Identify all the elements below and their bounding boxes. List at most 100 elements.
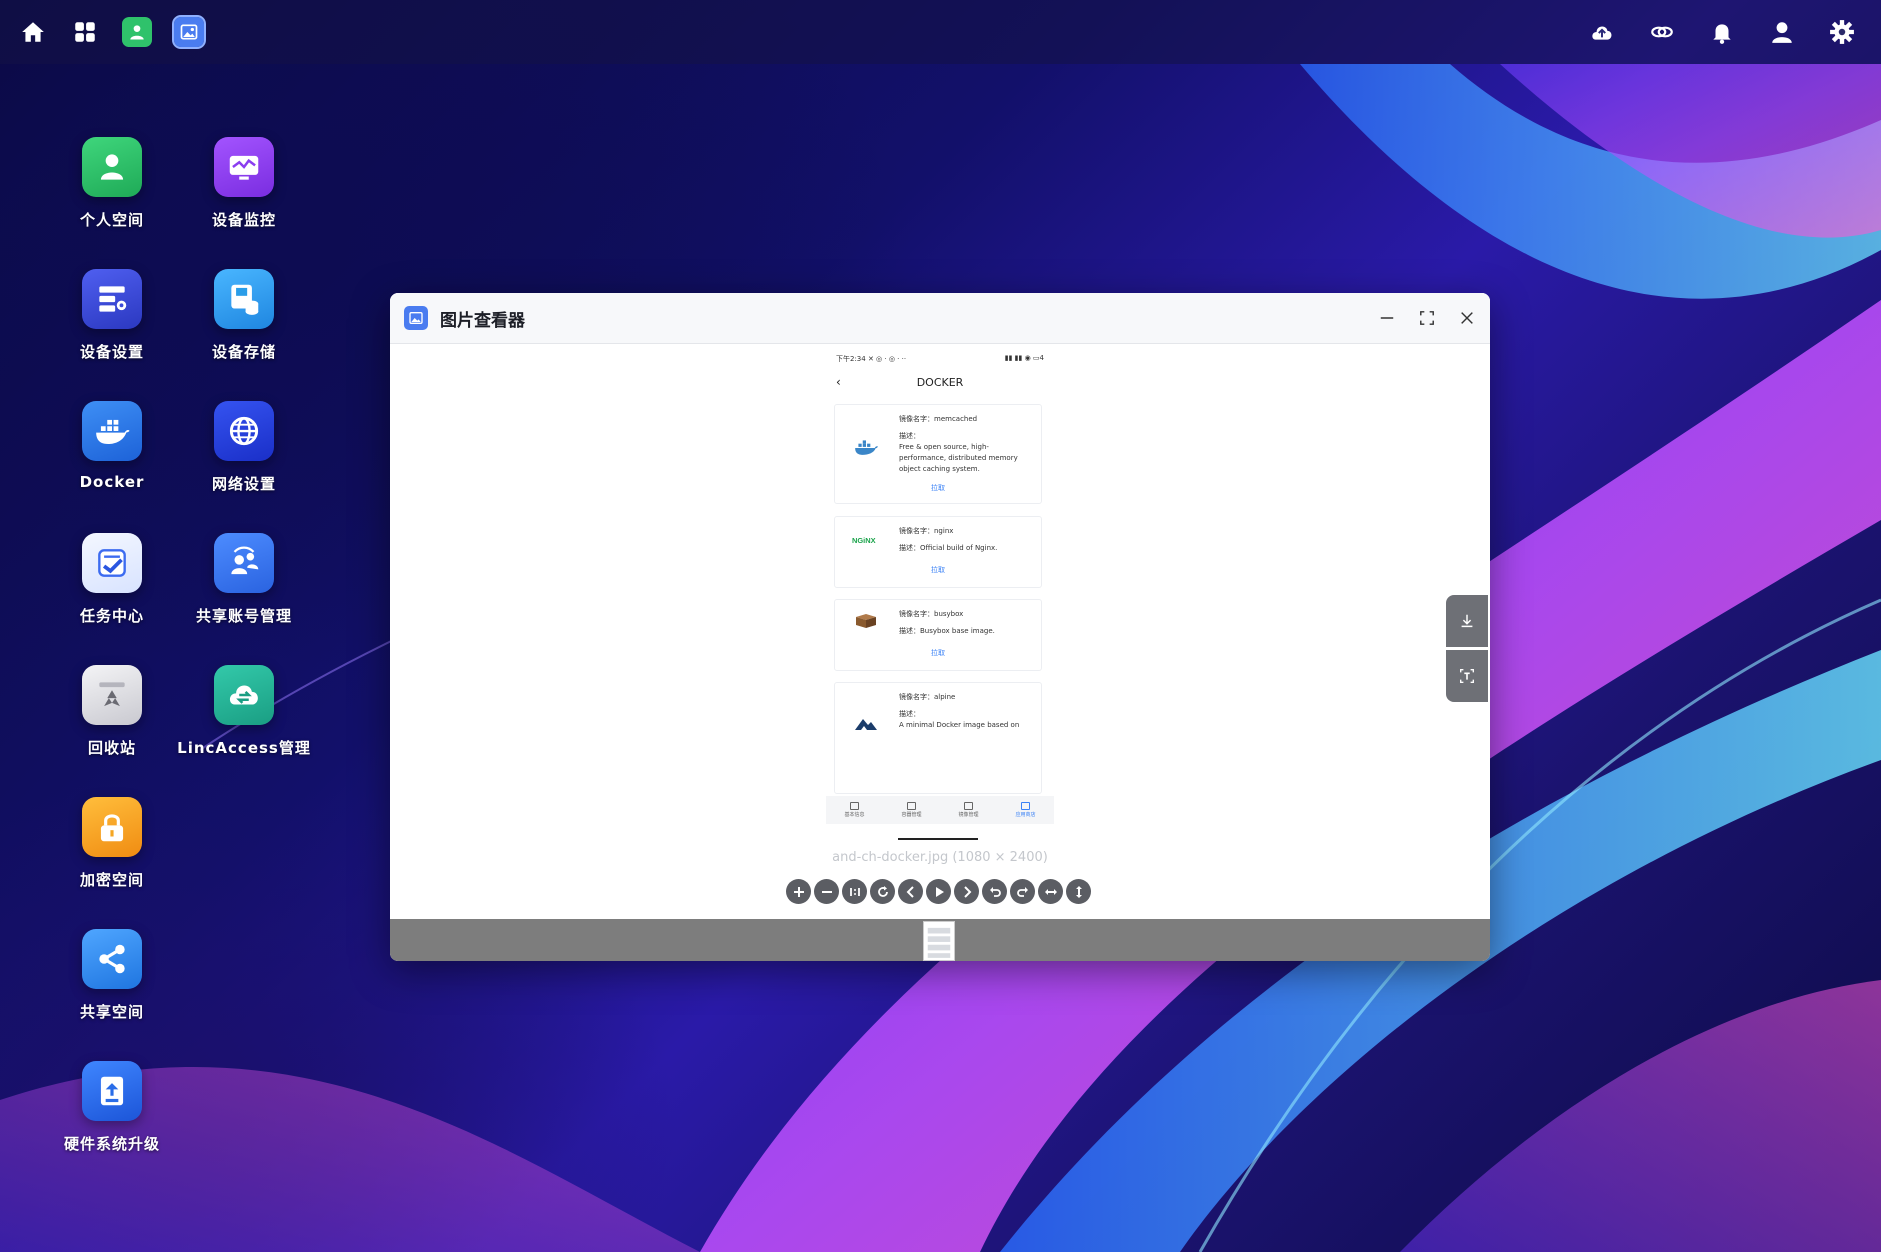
rotate-left-icon[interactable] — [982, 879, 1007, 904]
home-icon[interactable] — [18, 17, 48, 47]
image-name: busybox — [934, 610, 964, 618]
tab-label: 镜像管理 — [958, 812, 979, 818]
lock-icon — [82, 797, 142, 857]
name-label: 镜像名字： — [899, 415, 934, 423]
desktop-icon-docker[interactable]: Docker — [47, 401, 177, 491]
viewer-canvas[interactable]: 下午2:34 ✕ ◎ · ◎ · ·· ▮▮ ▮▮ ◉ ▭4 ‹ DOCKER … — [390, 344, 1490, 919]
recycle-bin-icon — [82, 665, 142, 725]
desktop-icon-device-storage[interactable]: 设备存储 — [179, 269, 309, 362]
top-bar-left — [18, 15, 206, 49]
name-label: 镜像名字： — [899, 527, 934, 535]
desc-label: 描述： — [899, 432, 920, 440]
name-label: 镜像名字： — [899, 610, 934, 618]
tab-container-manage: 容器管理 — [901, 802, 922, 818]
user-icon[interactable] — [1767, 17, 1797, 47]
tab-basic-info: 基本信息 — [844, 802, 865, 818]
card-text: 镜像名字：alpine 描述： A minimal Docker image b… — [899, 692, 1031, 731]
server-settings-icon — [82, 269, 142, 329]
one-to-one-icon[interactable] — [842, 879, 867, 904]
image-desc: Busybox base image. — [920, 627, 995, 635]
image-desc: Free & open source, high-performance, di… — [899, 443, 1018, 473]
rotate-right-icon[interactable] — [1010, 879, 1035, 904]
docker-whale-logo-icon — [851, 437, 881, 459]
reset-icon[interactable] — [870, 879, 895, 904]
desktop-icon-encrypted-space[interactable]: 加密空间 — [47, 797, 177, 890]
upgrade-icon — [82, 1061, 142, 1121]
desktop-icon-label: 共享账号管理 — [195, 607, 292, 625]
desktop-icon-recycle-bin[interactable]: 回收站 — [47, 665, 177, 758]
globe-network-icon — [214, 401, 274, 461]
desc-label: 描述： — [899, 627, 920, 635]
thumbnail-current[interactable] — [923, 921, 955, 961]
pull-link: 拉取 — [931, 566, 945, 574]
image-viewer-app-icon[interactable] — [172, 15, 206, 49]
phone-header-title: DOCKER — [916, 375, 964, 389]
bars-icon — [963, 802, 973, 810]
storage-icon — [214, 269, 274, 329]
download-icon[interactable] — [1446, 595, 1488, 647]
phone-status-bar: 下午2:34 ✕ ◎ · ◎ · ·· ▮▮ ▮▮ ◉ ▭4 — [826, 350, 1054, 368]
desktop-icon-label: 共享空间 — [79, 1003, 144, 1021]
link-icon[interactable] — [1647, 17, 1677, 47]
container-icon — [906, 802, 916, 810]
alpine-mountain-logo-icon — [851, 713, 881, 735]
phone-bottom-nav: 基本信息 容器管理 镜像管理 应用商店 — [826, 796, 1054, 824]
card-text: 镜像名字：busybox 描述：Busybox base image. — [899, 609, 1031, 637]
apps-grid-icon — [1020, 802, 1030, 810]
desktop-icon-task-center[interactable]: 任务中心 — [47, 533, 177, 626]
desktop-icon-hardware-upgrade[interactable]: 硬件系统升级 — [47, 1061, 177, 1154]
desktop-icon-label: 设备存储 — [211, 343, 276, 361]
window-titlebar[interactable]: 图片查看器 — [390, 293, 1490, 344]
top-bar — [0, 0, 1881, 64]
house-icon — [849, 802, 859, 810]
image-desc: A minimal Docker image based on — [899, 721, 1020, 729]
desktop-icon-label: 设备监控 — [211, 211, 276, 229]
back-chevron-icon: ‹ — [836, 375, 841, 389]
docker-whale-icon — [82, 401, 142, 461]
nginx-logo-icon: NGiNX — [851, 529, 881, 551]
window-title: 图片查看器 — [440, 310, 525, 331]
image-name: nginx — [934, 527, 954, 535]
image-card-alpine: 镜像名字：alpine 描述： A minimal Docker image b… — [834, 682, 1042, 794]
personal-space-app-icon[interactable] — [122, 17, 152, 47]
flip-vertical-icon[interactable] — [1066, 879, 1091, 904]
card-text: 镜像名字：memcached 描述： Free & open source, h… — [899, 414, 1031, 475]
zoom-out-icon[interactable] — [814, 879, 839, 904]
desktop-icon-personal-space[interactable]: 个人空间 — [47, 137, 177, 230]
desktop-icon-label: 网络设置 — [211, 475, 276, 493]
close-button[interactable] — [1458, 309, 1476, 327]
grid-apps-icon[interactable] — [70, 17, 100, 47]
prev-icon[interactable] — [898, 879, 923, 904]
tab-label: 基本信息 — [844, 812, 865, 818]
image-desc: Official build of Nginx. — [920, 544, 998, 552]
person-icon — [82, 137, 142, 197]
pull-link: 拉取 — [931, 484, 945, 492]
desktop-icon-shared-space[interactable]: 共享空间 — [47, 929, 177, 1022]
cloud-sync-icon[interactable] — [1587, 17, 1617, 47]
next-icon[interactable] — [954, 879, 979, 904]
desktop-icon-shared-accounts[interactable]: 共享账号管理 — [179, 533, 309, 626]
desktop-icon-lincaccess[interactable]: LincAccess管理 — [177, 665, 310, 758]
phone-status-left: 下午2:34 ✕ ◎ · ◎ · ·· — [836, 355, 907, 363]
desktop-icon-label: 个人空间 — [79, 211, 144, 229]
image-filename: and-ch-docker.jpg (1080 × 2400) — [832, 850, 1048, 865]
ocr-text-icon[interactable] — [1446, 650, 1488, 702]
tab-label: 应用商店 — [1015, 812, 1036, 818]
flip-horizontal-icon[interactable] — [1038, 879, 1063, 904]
zoom-in-icon[interactable] — [786, 879, 811, 904]
bell-icon[interactable] — [1707, 17, 1737, 47]
minimize-button[interactable] — [1378, 309, 1396, 327]
play-icon[interactable] — [926, 879, 951, 904]
desktop-icon-label: Docker — [79, 473, 145, 491]
image-bottom-indicator — [898, 838, 978, 840]
desktop-icon-device-settings[interactable]: 设备设置 — [47, 269, 177, 362]
phone-header: ‹ DOCKER — [826, 368, 1054, 396]
gear-icon[interactable] — [1827, 17, 1857, 47]
window-controls — [1378, 309, 1476, 327]
image-viewer-window: 图片查看器 下午2:34 ✕ ◎ · ◎ · ·· ▮▮ ▮▮ ◉ ▭4 ‹ D… — [390, 293, 1490, 961]
desktop-icon-device-monitor[interactable]: 设备监控 — [179, 137, 309, 230]
desktop-icon-network-settings[interactable]: 网络设置 — [179, 401, 309, 494]
image-card-nginx: NGiNX 镜像名字：nginx 描述：Official build of Ng… — [834, 516, 1042, 588]
maximize-button[interactable] — [1418, 309, 1436, 327]
image-viewer-app-icon — [404, 306, 428, 330]
